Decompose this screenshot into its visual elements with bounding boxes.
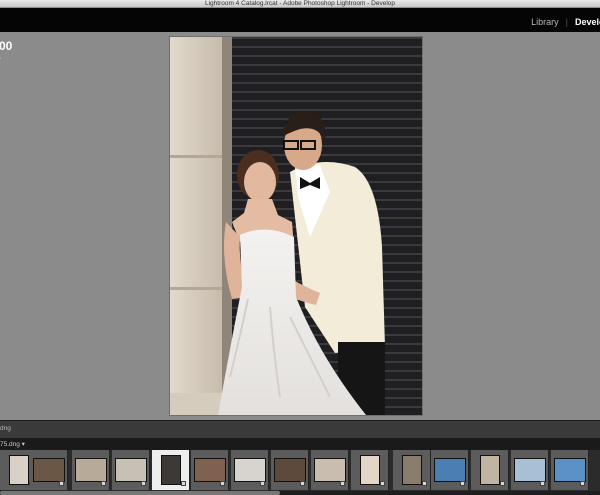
thumbnail-image (160, 455, 181, 485)
filmstrip-thumb[interactable] (231, 450, 269, 490)
edit-badge-icon (460, 481, 465, 486)
filmstrip-thumb[interactable] (431, 450, 469, 490)
edit-badge-icon (300, 481, 305, 486)
filmstrip-scrollbar[interactable] (0, 491, 600, 495)
thumbnail-image (32, 458, 65, 482)
info-bar-text: dng (0, 425, 11, 432)
module-develop[interactable]: Develop (575, 17, 600, 27)
module-picker: Library | Develop (531, 16, 600, 28)
filmstrip-thumb[interactable] (152, 450, 190, 490)
filmstrip-scroll-knob[interactable] (0, 491, 280, 495)
edit-badge-icon (540, 481, 545, 486)
edit-badge-icon (422, 481, 427, 486)
window-titlebar: Lightroom 4 Catalog.lrcat - Adobe Photos… (0, 0, 600, 8)
filmstrip-thumb[interactable] (30, 450, 68, 490)
edit-badge-icon (101, 481, 106, 486)
thumbnail-image (433, 458, 466, 482)
thumbnail-image (193, 458, 226, 482)
filmstrip-thumb[interactable] (72, 450, 110, 490)
filmstrip-thumb[interactable] (112, 450, 150, 490)
edit-badge-icon (141, 481, 146, 486)
thumbnail-image (114, 458, 147, 482)
info-overlay-sub: , (0, 53, 1, 60)
module-library[interactable]: Library (531, 17, 559, 27)
main-photo[interactable] (170, 37, 422, 415)
filmstrip-thumb[interactable] (511, 450, 549, 490)
edit-badge-icon (380, 481, 385, 486)
thumbnail-image (513, 458, 546, 482)
filmstrip-thumb[interactable] (311, 450, 349, 490)
thumbnail-image (8, 455, 29, 485)
edit-badge-icon (340, 481, 345, 486)
thumbnail-image (359, 455, 380, 485)
filmstrip-thumb[interactable] (351, 450, 389, 490)
window-title: Lightroom 4 Catalog.lrcat - Adobe Photos… (204, 0, 396, 7)
thumbnail-image (233, 458, 266, 482)
thumbnail-image (313, 458, 346, 482)
thumbnail-image (553, 458, 586, 482)
edit-badge-icon (260, 481, 265, 486)
info-overlay-value: 00 (0, 39, 13, 53)
filmstrip[interactable] (0, 450, 600, 495)
filmstrip-source-bar: 75.dng ▾ (0, 438, 600, 450)
edit-badge-icon (181, 481, 186, 486)
info-bar: dng (0, 420, 600, 438)
filmstrip-filename-dropdown[interactable]: 75.dng ▾ (0, 440, 25, 448)
filmstrip-thumb[interactable] (471, 450, 509, 490)
thumbnail-image (401, 455, 422, 485)
edit-badge-icon (580, 481, 585, 486)
filmstrip-thumb[interactable] (271, 450, 309, 490)
edit-badge-icon (500, 481, 505, 486)
edit-badge-icon (220, 481, 225, 486)
thumbnail-image (479, 455, 500, 485)
wedding-photo-image (170, 37, 422, 415)
module-separator: | (565, 17, 568, 27)
thumbnail-image (74, 458, 107, 482)
filmstrip-thumb[interactable] (191, 450, 229, 490)
thumbnail-image (273, 458, 306, 482)
module-picker-bar: Library | Develop (0, 8, 600, 32)
edit-badge-icon (59, 481, 64, 486)
photo-canvas[interactable]: 00 , (0, 32, 600, 420)
filmstrip-thumb[interactable] (551, 450, 589, 490)
filmstrip-thumb[interactable] (393, 450, 431, 490)
